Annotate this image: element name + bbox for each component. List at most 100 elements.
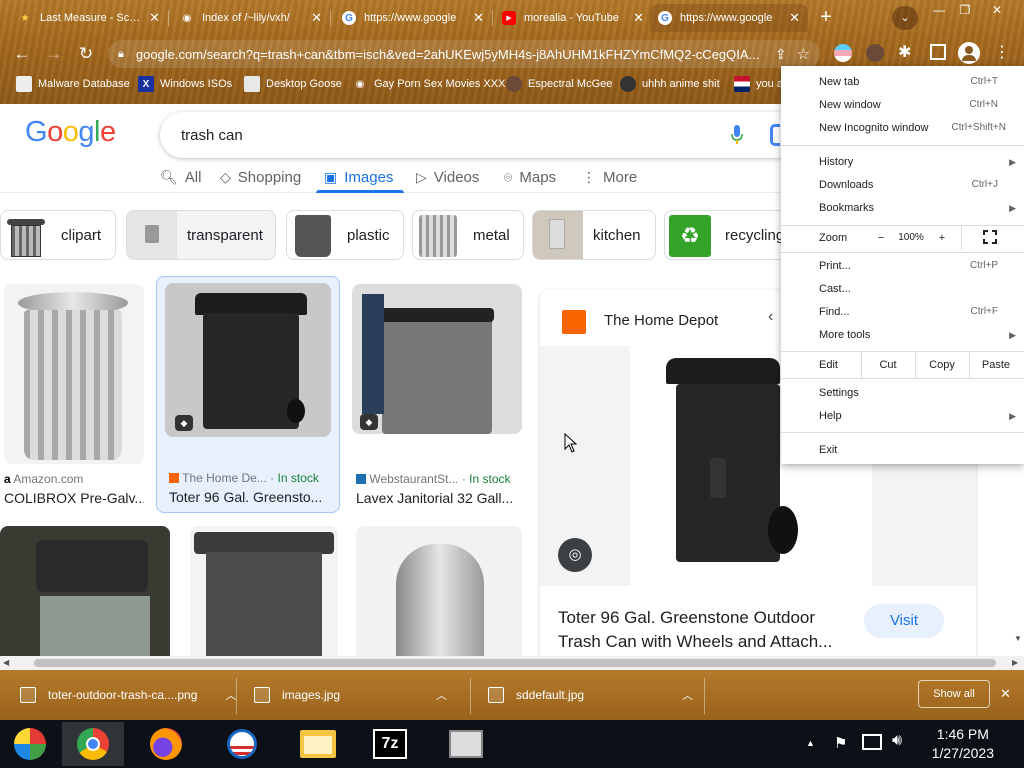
chip-plastic[interactable]: plastic: [286, 210, 404, 260]
result-image[interactable]: [4, 284, 144, 464]
chevron-up-icon[interactable]: ︿: [225, 687, 236, 703]
vertical-scroll-down-arrow[interactable]: ▼: [1012, 634, 1024, 656]
chip-clipart[interactable]: clipart: [0, 210, 116, 260]
chevron-up-icon[interactable]: ︿: [682, 687, 693, 703]
menu-find[interactable]: Find... Ctrl+F: [781, 302, 1024, 322]
tab-last-measure[interactable]: ★ Last Measure - Screa ✕: [10, 4, 168, 32]
menu-history[interactable]: History ▶: [781, 152, 1024, 172]
menu-paste-button[interactable]: Paste: [969, 353, 1023, 377]
result-card[interactable]: [356, 526, 522, 656]
chevron-left-icon[interactable]: ‹: [768, 308, 773, 326]
taskbar-firefox[interactable]: [136, 722, 196, 766]
bookmark-desktop-goose[interactable]: Desktop Goose: [244, 74, 342, 94]
download-item[interactable]: sddefault.jpg ︿: [488, 684, 693, 706]
scrollbar-thumb[interactable]: [34, 659, 996, 667]
bookmark-you-a[interactable]: you a: [734, 74, 783, 94]
minimize-button[interactable]: —: [928, 2, 950, 18]
menu-new-incognito[interactable]: New Incognito window Ctrl+Shift+N: [781, 118, 1024, 138]
result-image[interactable]: ◆: [165, 283, 331, 437]
start-button[interactable]: [0, 722, 60, 766]
bookmark-espectral-mcgee[interactable]: Espectral McGee: [506, 74, 612, 94]
close-window-button[interactable]: ✕: [986, 2, 1008, 18]
close-icon[interactable]: ✕: [789, 10, 800, 26]
close-download-bar-icon[interactable]: ✕: [1000, 686, 1011, 702]
close-icon[interactable]: ✕: [311, 10, 322, 26]
chip-kitchen[interactable]: kitchen: [532, 210, 656, 260]
menu-cast[interactable]: Cast...: [781, 279, 1024, 299]
horizontal-scrollbar[interactable]: ◀ ▶: [0, 656, 1024, 670]
reload-button[interactable]: ↻: [74, 42, 98, 66]
result-card-selected[interactable]: ◆ The Home De... · In stock Toter 96 Gal…: [156, 276, 340, 513]
menu-help[interactable]: Help ▶: [781, 406, 1024, 426]
scroll-right-arrow[interactable]: ▶: [1012, 658, 1018, 667]
menu-more-tools[interactable]: More tools ▶: [781, 325, 1024, 345]
back-button[interactable]: ←: [10, 42, 34, 66]
menu-new-window[interactable]: New window Ctrl+N: [781, 95, 1024, 115]
menu-new-tab[interactable]: New tab Ctrl+T: [781, 72, 1024, 92]
taskbar-obama[interactable]: [212, 722, 272, 766]
download-item[interactable]: toter-outdoor-trash-ca....png ︿: [20, 684, 236, 706]
close-icon[interactable]: ✕: [149, 10, 160, 26]
result-image[interactable]: [356, 526, 522, 656]
tab-search-button[interactable]: ⌄: [892, 6, 918, 30]
profile-avatar-icon[interactable]: [958, 42, 980, 64]
forward-button[interactable]: →: [42, 42, 66, 66]
taskbar-file-explorer[interactable]: [288, 722, 348, 766]
tab-images[interactable]: ▣ Images: [324, 162, 393, 192]
close-icon[interactable]: ✕: [473, 10, 484, 26]
address-bar[interactable]: 🔒︎ google.com/search?q=trash+can&tbm=isc…: [108, 40, 820, 68]
lens-icon[interactable]: [770, 124, 780, 146]
taskbar-app[interactable]: [436, 722, 496, 766]
chip-metal[interactable]: metal: [412, 210, 524, 260]
result-card[interactable]: ◆ WebstaurantSt... · In stock Lavex Jani…: [352, 282, 524, 512]
tab-all[interactable]: 🔍︎ All: [160, 162, 201, 192]
restore-button[interactable]: ❐: [954, 2, 976, 18]
tab-shopping[interactable]: ◇ Shopping: [220, 162, 301, 192]
menu-exit[interactable]: Exit: [781, 440, 1024, 460]
side-panel-icon[interactable]: [930, 44, 946, 60]
menu-kebab-icon[interactable]: ⋮: [994, 40, 1010, 66]
lens-search-button[interactable]: ◎: [558, 538, 592, 572]
tab-index-of[interactable]: ◉ Index of /~lily/vxh/ ✕: [172, 4, 330, 32]
result-card[interactable]: a Amazon.com COLIBROX Pre-Galv...: [0, 282, 146, 512]
close-icon[interactable]: ✕: [633, 10, 644, 26]
fullscreen-icon[interactable]: [983, 230, 997, 244]
bookmark-windows-isos[interactable]: X Windows ISOs: [138, 74, 232, 94]
download-item[interactable]: images.jpg ︿: [254, 684, 447, 706]
microphone-icon[interactable]: [730, 124, 744, 146]
result-image[interactable]: ◆: [352, 284, 522, 434]
result-image[interactable]: [0, 526, 170, 656]
taskbar-7zip[interactable]: 7z: [360, 722, 420, 766]
chevron-up-icon[interactable]: ︿: [436, 687, 447, 703]
result-card[interactable]: [0, 526, 172, 656]
extension-icon[interactable]: [834, 44, 852, 62]
puzzle-icon[interactable]: ✱: [898, 42, 911, 62]
bookmark-anime[interactable]: uhhh anime shit: [620, 74, 720, 94]
show-hidden-icons-icon[interactable]: ▲: [806, 738, 815, 748]
tab-google-active[interactable]: G https://www.google ✕: [650, 4, 808, 32]
share-icon[interactable]: ⇪: [775, 46, 787, 63]
bookmark-gay-porn[interactable]: ◉ Gay Porn Sex Movies XXX: [352, 74, 506, 94]
menu-settings[interactable]: Settings: [781, 383, 1024, 403]
menu-cut-button[interactable]: Cut: [861, 353, 915, 377]
result-image[interactable]: [190, 526, 338, 656]
tab-google-1[interactable]: G https://www.google ✕: [334, 4, 492, 32]
menu-downloads[interactable]: Downloads Ctrl+J: [781, 175, 1024, 195]
chip-recycling[interactable]: ♻ recycling: [664, 210, 794, 260]
tab-maps[interactable]: ⌾ Maps: [504, 162, 556, 192]
show-all-button[interactable]: Show all: [918, 680, 990, 708]
tab-videos[interactable]: ▷ Videos: [416, 162, 479, 192]
tab-more[interactable]: ⋮ More: [582, 162, 637, 192]
new-tab-button[interactable]: +: [812, 6, 840, 30]
system-clock[interactable]: 1:46 PM 1/27/2023: [932, 725, 994, 763]
visit-button[interactable]: Visit: [864, 604, 944, 638]
network-icon[interactable]: [862, 734, 882, 750]
volume-icon[interactable]: 🔊︎: [892, 732, 902, 750]
chip-transparent[interactable]: transparent: [126, 210, 276, 260]
menu-print[interactable]: Print... Ctrl+P: [781, 256, 1024, 276]
action-center-flag-icon[interactable]: ⚑: [834, 734, 847, 752]
search-input[interactable]: trash can: [160, 112, 800, 158]
bookmark-malware-database[interactable]: Malware Database: [16, 74, 130, 94]
menu-bookmarks[interactable]: Bookmarks ▶: [781, 198, 1024, 218]
menu-copy-button[interactable]: Copy: [915, 353, 969, 377]
